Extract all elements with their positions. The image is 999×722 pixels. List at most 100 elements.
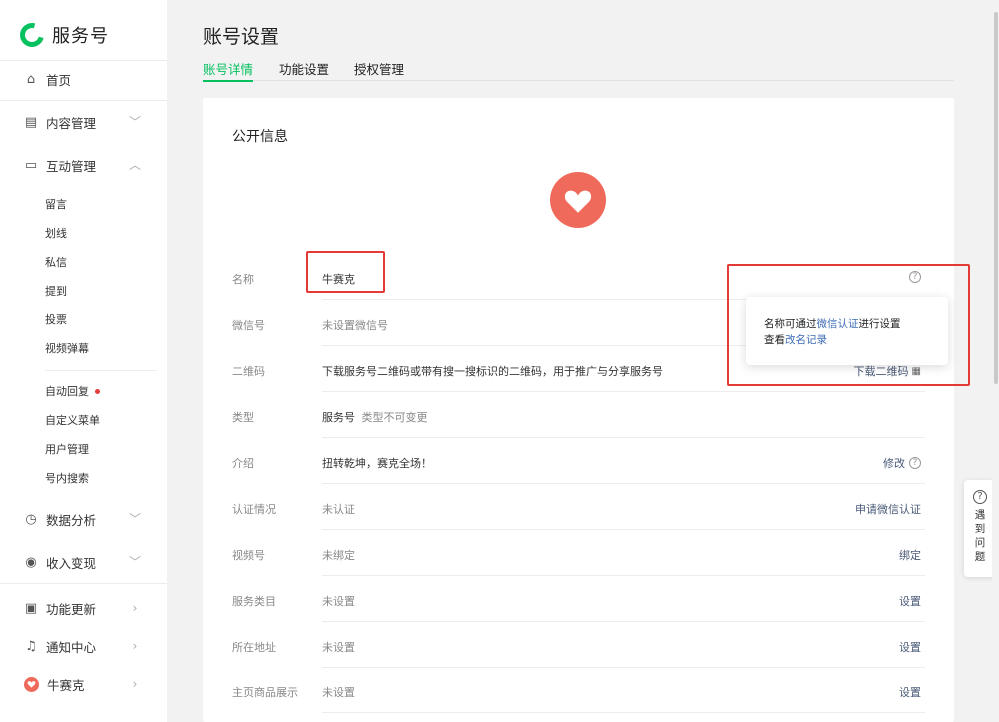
apply-verification-link[interactable]: 申请微信认证: [855, 501, 921, 517]
sidebar-subitem-custom-menu[interactable]: 自定义菜单: [45, 411, 100, 429]
rename-history-link[interactable]: 改名记录: [785, 334, 827, 346]
sidebar-item-monetize[interactable]: ◉ 收入变现 ﹀: [24, 551, 148, 573]
account-avatar[interactable]: [550, 172, 606, 228]
chevron-down-icon: ﹀: [128, 512, 141, 526]
chevron-down-icon: ﹀: [128, 555, 141, 569]
info-row-product-display: 主页商品展示 未设置 设置: [232, 667, 925, 713]
row-divider: [322, 712, 925, 713]
sidebar-item-interaction[interactable]: ▭ 互动管理 ︿: [24, 154, 148, 176]
set-address-link[interactable]: 设置: [899, 639, 921, 655]
sidebar-item-updates[interactable]: ▣ 功能更新 ›: [24, 597, 148, 619]
home-icon: ⌂: [26, 71, 36, 87]
document-icon: ▤: [24, 114, 38, 130]
sidebar-item-notifications[interactable]: ♫ 通知中心 ›: [24, 635, 148, 657]
row-label: 二维码: [232, 365, 265, 378]
edit-intro-button[interactable]: 修改 ?: [883, 455, 921, 471]
notification-dot: [95, 388, 100, 394]
sidebar-item-label: 功能更新: [46, 601, 97, 617]
chevron-right-icon: ›: [132, 601, 138, 615]
row-value: 未设置微信号: [322, 319, 388, 332]
coin-icon: ◉: [25, 554, 37, 570]
row-value: 未认证: [322, 503, 355, 516]
popover-text: 名称可通过: [764, 318, 817, 330]
sidebar-subitem-mentions[interactable]: 提到: [45, 282, 67, 300]
action-label: 下载二维码: [853, 365, 909, 378]
account-info-card: 公开信息 名称 牛赛克 ? 微信号 未设置微信号 二维码 下载服务号二维码或带有…: [203, 98, 954, 722]
sidebar-subitem-underline[interactable]: 划线: [45, 224, 67, 242]
tab-feature-settings[interactable]: 功能设置: [279, 59, 329, 81]
help-button[interactable]: ?: [905, 271, 921, 283]
row-value: 未设置: [322, 641, 355, 654]
row-label: 主页商品展示: [232, 686, 298, 699]
sidebar-subitem-user-management[interactable]: 用户管理: [45, 440, 89, 458]
tab-authorization[interactable]: 授权管理: [354, 59, 404, 81]
set-category-link[interactable]: 设置: [899, 593, 921, 609]
sidebar-divider: [0, 60, 167, 61]
qrcode-icon: ▦: [911, 365, 921, 377]
sidebar-divider: [0, 583, 167, 584]
sidebar-item-label: 互动管理: [46, 158, 97, 174]
row-label: 服务类目: [232, 595, 276, 608]
set-product-display-link[interactable]: 设置: [899, 684, 921, 700]
popover-text: 查看: [764, 334, 785, 346]
download-qrcode-button[interactable]: 下载二维码 ▦: [854, 363, 921, 379]
scrollbar[interactable]: [992, 0, 999, 722]
popover-text: 进行设置: [858, 318, 901, 330]
row-label: 认证情况: [232, 503, 276, 516]
sidebar-item-label: 通知中心: [46, 639, 97, 655]
page-title: 账号设置: [203, 26, 280, 48]
heart-avatar-icon: [24, 676, 39, 692]
logo[interactable]: 服务号(: [15, 18, 108, 52]
update-icon: ▣: [24, 600, 38, 616]
row-label: 微信号: [232, 319, 265, 332]
row-value: 下载服务号二维码或带有搜一搜标识的二维码，用于推广与分享服务号: [322, 365, 663, 378]
sidebar-subdivider: [45, 370, 157, 371]
row-label: 名称: [232, 273, 254, 286]
sidebar-subitem-votes[interactable]: 投票: [45, 310, 67, 328]
row-value: 扭转乾坤，赛克全场！: [322, 457, 432, 470]
wechat-verification-link[interactable]: 微信认证: [817, 318, 859, 330]
sidebar-item-account[interactable]: 牛赛克 ›: [24, 673, 148, 695]
sidebar-item-label: 收入变现: [46, 555, 97, 571]
section-title: 公开信息: [232, 129, 288, 145]
row-label: 类型: [232, 411, 254, 424]
sidebar-subitem-comments[interactable]: 留言: [45, 195, 67, 213]
row-label: 所在地址: [232, 641, 276, 654]
bell-icon: ♫: [25, 638, 37, 654]
type-note: 类型不可变更: [361, 411, 428, 424]
row-value: 未设置: [322, 686, 355, 699]
sidebar-item-analytics[interactable]: ◷ 数据分析 ﹀: [24, 508, 148, 530]
help-label: 遇到问题: [974, 509, 986, 563]
row-value: 未设置: [322, 595, 355, 608]
chart-icon: ◷: [25, 511, 37, 527]
info-row-name: 名称 牛赛克 ?: [232, 254, 925, 300]
info-row-type: 类型 服务号 类型不可变更: [232, 392, 925, 438]
logo-icon: [15, 18, 49, 52]
name-help-popover: 名称可通过微信认证进行设置 查看改名记录: [746, 297, 948, 365]
heart-icon: [564, 190, 592, 213]
scrollbar-thumb[interactable]: [994, 12, 998, 384]
sidebar-item-label: 数据分析: [46, 512, 97, 528]
sidebar-subitem-danmaku[interactable]: 视频弹幕: [45, 339, 89, 357]
tab-account-details[interactable]: 账号详情: [203, 59, 254, 82]
sidebar-subitem-auto-reply[interactable]: 自动回复: [45, 382, 100, 400]
info-row-address: 所在地址 未设置 设置: [232, 622, 925, 668]
row-label: 介绍: [232, 457, 254, 470]
sidebar-item-content[interactable]: ▤ 内容管理 ﹀: [24, 111, 148, 133]
popover-line-2: 查看改名记录: [764, 332, 827, 347]
sidebar: 服务号( ⌂ 首页 ▤ 内容管理 ﹀ ▭ 互动管理 ︿ 留言 划线 私信 提到 …: [0, 0, 167, 722]
sidebar-item-home[interactable]: ⌂ 首页: [24, 68, 148, 90]
popover-line-1: 名称可通过微信认证进行设置: [764, 316, 901, 331]
sidebar-subitem-messages[interactable]: 私信: [45, 253, 67, 271]
type-value: 服务号: [322, 411, 355, 424]
chevron-up-icon: ︿: [128, 158, 141, 172]
sidebar-subitem-search[interactable]: 号内搜索: [45, 469, 89, 487]
chevron-right-icon: ›: [132, 639, 138, 653]
row-value: 服务号 类型不可变更: [322, 409, 428, 425]
tab-bar: 账号详情 功能设置 授权管理: [203, 59, 954, 82]
sidebar-item-label: 首页: [46, 72, 72, 88]
action-label: 修改: [883, 457, 905, 470]
bind-channels-link[interactable]: 绑定: [899, 547, 921, 563]
row-label: 视频号: [232, 549, 265, 562]
chat-icon: ▭: [24, 157, 38, 173]
